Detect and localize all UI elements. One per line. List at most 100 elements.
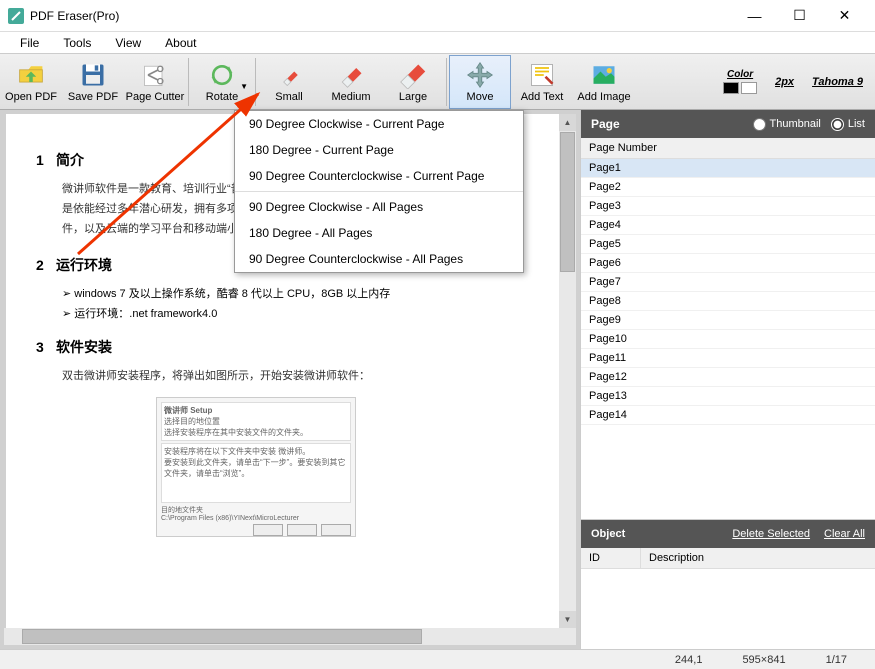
eraser-medium-button[interactable]: Medium bbox=[320, 55, 382, 109]
eraser-large-button[interactable]: Large bbox=[382, 55, 444, 109]
page-list-row[interactable]: Page11 bbox=[581, 349, 875, 368]
scroll-thumb[interactable] bbox=[22, 629, 422, 644]
app-icon bbox=[8, 8, 24, 24]
color-swatch-white[interactable] bbox=[741, 82, 757, 94]
status-dimensions: 595×841 bbox=[742, 654, 785, 666]
doc-heading-3: 3软件安装 bbox=[36, 337, 534, 357]
horizontal-scrollbar[interactable] bbox=[4, 628, 576, 645]
menu-tools[interactable]: Tools bbox=[51, 34, 103, 52]
object-col-desc: Description bbox=[641, 548, 712, 568]
object-panel-title: Object bbox=[591, 528, 718, 540]
page-list-row[interactable]: Page1 bbox=[581, 159, 875, 178]
open-pdf-label: Open PDF bbox=[5, 91, 57, 103]
page-list-row[interactable]: Page14 bbox=[581, 406, 875, 425]
menu-about[interactable]: About bbox=[153, 34, 208, 52]
minimize-button[interactable]: — bbox=[732, 1, 777, 31]
move-label: Move bbox=[467, 91, 494, 103]
status-cursor-pos: 244,1 bbox=[675, 654, 703, 666]
scissors-icon bbox=[141, 61, 169, 89]
page-list-row[interactable]: Page3 bbox=[581, 197, 875, 216]
page-list-row[interactable]: Page6 bbox=[581, 254, 875, 273]
maximize-button[interactable]: ☐ bbox=[777, 1, 822, 31]
list-radio[interactable]: List bbox=[831, 118, 865, 131]
rotate-menu-item[interactable]: 90 Degree Counterclockwise - Current Pag… bbox=[235, 163, 523, 189]
page-list-row[interactable]: Page7 bbox=[581, 273, 875, 292]
rotate-menu-item[interactable]: 90 Degree Clockwise - Current Page bbox=[235, 111, 523, 137]
scroll-thumb[interactable] bbox=[560, 132, 575, 272]
rotate-icon bbox=[208, 61, 236, 89]
color-picker[interactable]: Color bbox=[723, 69, 757, 94]
rotate-menu-item[interactable]: 180 Degree - All Pages bbox=[235, 220, 523, 246]
toolbar: Open PDF Save PDF Page Cutter Rotate ▼ S… bbox=[0, 54, 875, 110]
page-list-row[interactable]: Page4 bbox=[581, 216, 875, 235]
page-list-row[interactable]: Page2 bbox=[581, 178, 875, 197]
statusbar: 244,1 595×841 1/17 bbox=[0, 649, 875, 669]
toolbar-separator bbox=[446, 58, 447, 106]
toolbar-separator bbox=[188, 58, 189, 106]
clear-all-link[interactable]: Clear All bbox=[824, 528, 865, 540]
save-pdf-label: Save PDF bbox=[68, 91, 118, 103]
eraser-small-button[interactable]: Small bbox=[258, 55, 320, 109]
menu-file[interactable]: File bbox=[8, 34, 51, 52]
rotate-menu-item[interactable]: 90 Degree Counterclockwise - All Pages bbox=[235, 246, 523, 272]
window-title: PDF Eraser(Pro) bbox=[30, 9, 732, 23]
add-text-button[interactable]: Add Text bbox=[511, 55, 573, 109]
doc-bullet: windows 7 及以上操作系统，酷睿 8 代以上 CPU，8GB 以上内存 bbox=[62, 285, 534, 301]
vertical-scrollbar[interactable]: ▲ ▼ bbox=[559, 114, 576, 628]
menubar: File Tools View About bbox=[0, 32, 875, 54]
page-list-row[interactable]: Page9 bbox=[581, 311, 875, 330]
page-list-row[interactable]: Page13 bbox=[581, 387, 875, 406]
scroll-down-arrow[interactable]: ▼ bbox=[559, 611, 576, 628]
object-panel-header: Object Delete Selected Clear All bbox=[581, 520, 875, 548]
add-text-icon bbox=[528, 61, 556, 89]
side-panel: Page Thumbnail List Page Number Page1Pag… bbox=[580, 110, 875, 649]
toolbar-separator bbox=[255, 58, 256, 106]
page-list-row[interactable]: Page12 bbox=[581, 368, 875, 387]
page-list[interactable]: Page1Page2Page3Page4Page5Page6Page7Page8… bbox=[581, 159, 875, 519]
eraser-large-label: Large bbox=[399, 91, 427, 103]
add-image-button[interactable]: Add Image bbox=[573, 55, 635, 109]
page-panel-header: Page Thumbnail List bbox=[581, 110, 875, 138]
eraser-medium-label: Medium bbox=[331, 91, 370, 103]
rotate-menu-item[interactable]: 90 Degree Clockwise - All Pages bbox=[235, 194, 523, 220]
add-image-label: Add Image bbox=[577, 91, 630, 103]
add-image-icon bbox=[590, 61, 618, 89]
rotate-label: Rotate bbox=[206, 91, 238, 103]
page-list-row[interactable]: Page10 bbox=[581, 330, 875, 349]
eraser-small-label: Small bbox=[275, 91, 303, 103]
dropdown-arrow-icon: ▼ bbox=[240, 82, 248, 91]
move-icon bbox=[466, 61, 494, 89]
open-folder-icon bbox=[17, 61, 45, 89]
save-pdf-button[interactable]: Save PDF bbox=[62, 55, 124, 109]
embedded-screenshot: 微讲师 Setup选择目的地位置选择安装程序在其中安装文件的文件夹。 安装程序将… bbox=[156, 397, 356, 537]
doc-bullet: 运行环境：.net framework4.0 bbox=[62, 305, 534, 321]
open-pdf-button[interactable]: Open PDF bbox=[0, 55, 62, 109]
rotate-dropdown-menu: 90 Degree Clockwise - Current Page180 De… bbox=[234, 110, 524, 273]
object-col-id: ID bbox=[581, 548, 641, 568]
doc-paragraph: 双击微讲师安装程序，将弹出如图所示，开始安装微讲师软件： bbox=[62, 367, 534, 387]
page-panel-title: Page bbox=[591, 117, 743, 131]
color-swatch-black[interactable] bbox=[723, 82, 739, 94]
move-button[interactable]: Move bbox=[449, 55, 511, 109]
page-list-row[interactable]: Page8 bbox=[581, 292, 875, 311]
rotate-menu-item[interactable]: 180 Degree - Current Page bbox=[235, 137, 523, 163]
save-icon bbox=[79, 61, 107, 89]
page-list-row[interactable]: Page5 bbox=[581, 235, 875, 254]
page-cutter-button[interactable]: Page Cutter bbox=[124, 55, 186, 109]
page-list-header: Page Number bbox=[581, 138, 875, 159]
add-text-label: Add Text bbox=[521, 91, 564, 103]
eraser-large-icon bbox=[399, 61, 427, 89]
stroke-width-selector[interactable]: 2px bbox=[775, 76, 794, 88]
delete-selected-link[interactable]: Delete Selected bbox=[732, 528, 810, 540]
thumbnail-radio[interactable]: Thumbnail bbox=[753, 118, 821, 131]
menu-view[interactable]: View bbox=[103, 34, 153, 52]
font-selector[interactable]: Tahoma 9 bbox=[812, 76, 863, 88]
object-table-header: ID Description bbox=[581, 548, 875, 569]
eraser-small-icon bbox=[275, 61, 303, 89]
scroll-up-arrow[interactable]: ▲ bbox=[559, 114, 576, 131]
object-list[interactable] bbox=[581, 569, 875, 649]
close-button[interactable]: ✕ bbox=[822, 1, 867, 31]
status-page-number: 1/17 bbox=[826, 654, 847, 666]
rotate-button[interactable]: Rotate ▼ bbox=[191, 55, 253, 109]
menu-separator bbox=[235, 191, 523, 192]
